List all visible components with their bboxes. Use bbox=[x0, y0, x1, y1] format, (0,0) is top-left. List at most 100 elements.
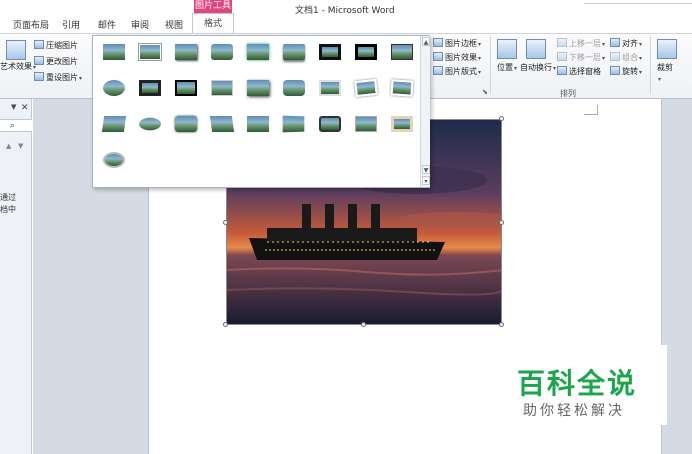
chevron-down-icon: ▾ bbox=[658, 76, 662, 83]
group-separator bbox=[650, 36, 651, 94]
picture-style-thumb[interactable] bbox=[101, 150, 127, 171]
crop-button[interactable]: 裁剪 bbox=[657, 62, 673, 73]
tab-format[interactable]: 格式 bbox=[192, 13, 234, 33]
picture-style-thumb[interactable] bbox=[353, 78, 379, 99]
picture-border-button[interactable]: 图片边框▾ bbox=[433, 38, 481, 49]
picture-style-thumb[interactable] bbox=[137, 42, 163, 63]
picture-style-thumb[interactable] bbox=[389, 78, 415, 99]
picture-style-thumb[interactable] bbox=[353, 42, 379, 63]
picture-style-thumb[interactable] bbox=[281, 42, 307, 63]
send-backward-button[interactable]: 下移一层▾ bbox=[557, 52, 605, 63]
picture-style-thumb[interactable] bbox=[137, 78, 163, 99]
change-picture-button[interactable]: 更改图片 bbox=[34, 56, 78, 67]
picture-style-thumb[interactable] bbox=[353, 114, 379, 135]
compress-icon bbox=[34, 40, 44, 49]
chevron-down-icon: ▾ bbox=[478, 55, 482, 62]
bring-forward-button[interactable]: 上移一层▾ bbox=[557, 38, 605, 49]
chevron-down-icon: ▾ bbox=[639, 55, 643, 62]
picture-styles-gallery bbox=[92, 35, 430, 188]
window-controls-area bbox=[584, 0, 692, 4]
align-icon bbox=[610, 38, 620, 47]
dialog-launcher-icon[interactable]: ⬊ bbox=[482, 88, 488, 96]
send-backward-icon bbox=[557, 52, 567, 61]
picture-style-thumb[interactable] bbox=[389, 114, 415, 135]
picture-style-thumb[interactable] bbox=[173, 42, 199, 63]
picture-border-icon bbox=[433, 38, 443, 47]
gallery-scrollbar[interactable]: ▲ ▼ ▾ bbox=[420, 36, 430, 187]
picture-style-thumb[interactable] bbox=[317, 114, 343, 135]
picture-style-thumb[interactable] bbox=[101, 78, 127, 99]
more-icon[interactable]: ▾ bbox=[422, 176, 430, 185]
picture-style-thumb[interactable] bbox=[245, 78, 271, 99]
position-button[interactable]: 位置▾ bbox=[497, 62, 517, 73]
picture-style-thumb[interactable] bbox=[209, 114, 235, 135]
picture-style-thumb[interactable] bbox=[281, 114, 307, 135]
rotate-icon bbox=[610, 66, 620, 75]
site-logo: 百科全说 助你轻松解决 bbox=[509, 345, 667, 425]
picture-layout-icon bbox=[433, 66, 443, 75]
wrap-text-icon[interactable] bbox=[526, 39, 546, 59]
picture-style-thumb[interactable] bbox=[137, 114, 163, 135]
chevron-up-icon[interactable]: ▲ bbox=[422, 37, 430, 46]
picture-style-thumb[interactable] bbox=[173, 78, 199, 99]
bring-forward-icon bbox=[557, 38, 567, 47]
tab-view[interactable]: 视图 bbox=[163, 18, 185, 32]
rotate-button[interactable]: 旋转▾ bbox=[610, 66, 642, 77]
picture-style-thumb[interactable] bbox=[281, 78, 307, 99]
chevron-down-icon: ▾ bbox=[79, 75, 83, 82]
close-icon[interactable]: ✕ bbox=[21, 103, 29, 113]
resize-handle-left[interactable] bbox=[223, 220, 228, 225]
picture-tools-label: 图片工具 bbox=[194, 0, 232, 13]
crop-dropdown[interactable]: ▾ bbox=[657, 74, 661, 83]
tab-mailings[interactable]: 邮件 bbox=[96, 18, 118, 32]
window-title: 文档1 - Microsoft Word bbox=[295, 6, 395, 16]
tab-review[interactable]: 审阅 bbox=[129, 18, 151, 32]
resize-handle-bottom[interactable] bbox=[361, 322, 366, 327]
resize-handle-top-right[interactable] bbox=[499, 116, 504, 121]
margin-corner-mark bbox=[584, 105, 598, 115]
picture-effects-icon bbox=[433, 52, 443, 61]
position-icon[interactable] bbox=[497, 39, 517, 59]
logo-subtitle: 助你轻松解决 bbox=[523, 403, 625, 419]
reset-picture-button[interactable]: 重设图片▾ bbox=[34, 72, 82, 83]
reset-picture-icon bbox=[34, 72, 44, 81]
wrap-text-button[interactable]: 自动换行▾ bbox=[520, 62, 556, 73]
chevron-up-icon[interactable]: ▲ bbox=[6, 142, 11, 150]
chevron-down-icon: ▾ bbox=[639, 69, 643, 76]
chevron-down-icon[interactable]: ▼ bbox=[422, 165, 430, 174]
crop-icon[interactable] bbox=[657, 39, 677, 59]
chevron-down-icon[interactable]: ▼ bbox=[11, 103, 16, 111]
resize-handle-bottom-left[interactable] bbox=[223, 322, 228, 327]
picture-style-thumb[interactable] bbox=[209, 78, 235, 99]
picture-layout-button[interactable]: 图片版式▾ bbox=[433, 66, 481, 77]
group-icon bbox=[610, 52, 620, 61]
chevron-down-icon: ▾ bbox=[478, 41, 482, 48]
resize-handle-right[interactable] bbox=[499, 220, 504, 225]
align-button[interactable]: 对齐▾ bbox=[610, 38, 642, 49]
picture-style-thumb[interactable] bbox=[245, 114, 271, 135]
compress-pictures-button[interactable]: 压缩图片 bbox=[34, 40, 78, 51]
picture-style-thumb[interactable] bbox=[389, 42, 415, 63]
chevron-down-icon: ▾ bbox=[602, 55, 606, 62]
art-effects-icon[interactable] bbox=[6, 40, 26, 60]
tab-page-layout[interactable]: 页面布局 bbox=[12, 18, 50, 32]
group-button[interactable]: 组合▾ bbox=[610, 52, 642, 63]
title-bar: 文档1 - Microsoft Word 页面布局 引用 邮件 审阅 视图 图片… bbox=[0, 0, 692, 33]
art-effects-button[interactable]: 艺术效果▾ bbox=[0, 61, 36, 72]
picture-style-thumb[interactable] bbox=[245, 42, 271, 63]
picture-effects-button[interactable]: 图片效果▾ bbox=[433, 52, 481, 63]
tab-references[interactable]: 引用 bbox=[60, 18, 82, 32]
chevron-down-icon: ▾ bbox=[478, 69, 482, 76]
picture-style-thumb[interactable] bbox=[101, 114, 127, 135]
picture-style-thumb[interactable] bbox=[209, 42, 235, 63]
selection-pane-button[interactable]: 选择窗格 bbox=[557, 66, 601, 77]
change-picture-icon bbox=[34, 56, 44, 65]
picture-style-thumb[interactable] bbox=[317, 42, 343, 63]
picture-style-thumb[interactable] bbox=[101, 42, 127, 63]
search-icon[interactable]: ⌕ bbox=[10, 121, 15, 131]
chevron-down-icon[interactable]: ▼ bbox=[18, 142, 23, 150]
resize-handle-bottom-right[interactable] bbox=[499, 322, 504, 327]
nav-search-input[interactable]: ⌕ bbox=[0, 119, 32, 132]
picture-style-thumb[interactable] bbox=[173, 114, 199, 135]
picture-style-thumb[interactable] bbox=[317, 78, 343, 99]
